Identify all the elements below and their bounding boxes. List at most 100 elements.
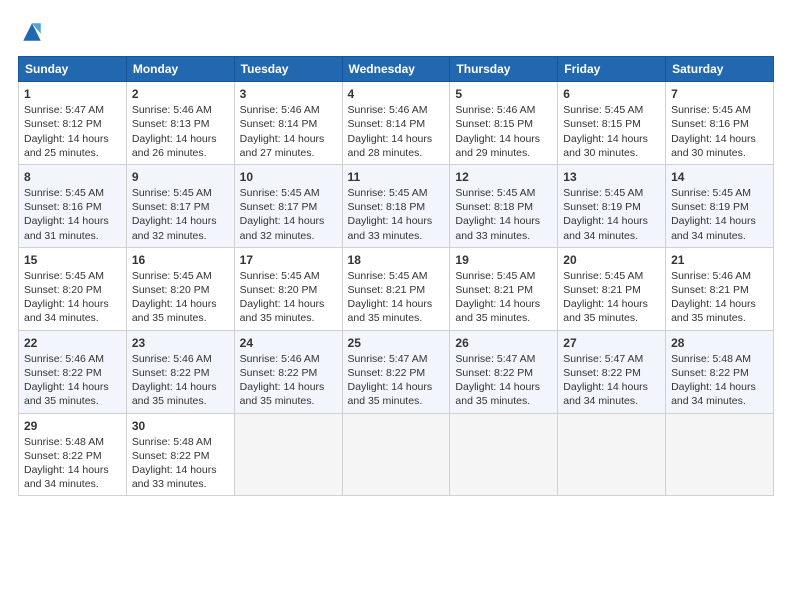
day-info-line: Sunrise: 5:45 AM: [455, 269, 552, 283]
day-number: 27: [563, 335, 660, 351]
logo-icon: [18, 18, 46, 46]
day-info-line: Daylight: 14 hours: [348, 214, 445, 228]
day-info-line: Sunrise: 5:45 AM: [563, 103, 660, 117]
day-cell: 27Sunrise: 5:47 AMSunset: 8:22 PMDayligh…: [558, 330, 666, 413]
day-info-line: Sunrise: 5:46 AM: [24, 352, 121, 366]
day-info-line: Daylight: 14 hours: [563, 297, 660, 311]
day-info-line: Sunrise: 5:45 AM: [240, 269, 337, 283]
day-cell: 30Sunrise: 5:48 AMSunset: 8:22 PMDayligh…: [126, 413, 234, 496]
day-info-line: Daylight: 14 hours: [24, 463, 121, 477]
header-row: SundayMondayTuesdayWednesdayThursdayFrid…: [19, 57, 774, 82]
day-number: 5: [455, 86, 552, 102]
day-info-line: Daylight: 14 hours: [563, 380, 660, 394]
calendar-table: SundayMondayTuesdayWednesdayThursdayFrid…: [18, 56, 774, 496]
day-info-line: Sunset: 8:21 PM: [348, 283, 445, 297]
day-cell: 17Sunrise: 5:45 AMSunset: 8:20 PMDayligh…: [234, 247, 342, 330]
day-number: 3: [240, 86, 337, 102]
header-cell-tuesday: Tuesday: [234, 57, 342, 82]
day-cell: 11Sunrise: 5:45 AMSunset: 8:18 PMDayligh…: [342, 164, 450, 247]
day-number: 2: [132, 86, 229, 102]
day-info-line: Sunset: 8:13 PM: [132, 117, 229, 131]
day-cell: 5Sunrise: 5:46 AMSunset: 8:15 PMDaylight…: [450, 82, 558, 165]
day-info-line: and 34 minutes.: [24, 311, 121, 325]
day-cell: 18Sunrise: 5:45 AMSunset: 8:21 PMDayligh…: [342, 247, 450, 330]
calendar-body: 1Sunrise: 5:47 AMSunset: 8:12 PMDaylight…: [19, 82, 774, 496]
day-info-line: Daylight: 14 hours: [24, 214, 121, 228]
day-info-line: Sunrise: 5:45 AM: [455, 186, 552, 200]
day-info-line: Daylight: 14 hours: [24, 380, 121, 394]
day-cell: [342, 413, 450, 496]
day-cell: 12Sunrise: 5:45 AMSunset: 8:18 PMDayligh…: [450, 164, 558, 247]
day-info-line: and 35 minutes.: [132, 394, 229, 408]
day-info-line: Sunset: 8:17 PM: [132, 200, 229, 214]
day-number: 24: [240, 335, 337, 351]
day-number: 21: [671, 252, 768, 268]
header-cell-friday: Friday: [558, 57, 666, 82]
header: [18, 18, 774, 46]
day-info-line: and 35 minutes.: [455, 311, 552, 325]
day-number: 17: [240, 252, 337, 268]
day-info-line: Sunrise: 5:45 AM: [132, 186, 229, 200]
day-cell: 1Sunrise: 5:47 AMSunset: 8:12 PMDaylight…: [19, 82, 127, 165]
day-info-line: Sunset: 8:15 PM: [563, 117, 660, 131]
day-info-line: Sunrise: 5:47 AM: [563, 352, 660, 366]
day-info-line: Daylight: 14 hours: [24, 297, 121, 311]
day-info-line: Sunset: 8:22 PM: [240, 366, 337, 380]
week-row-3: 22Sunrise: 5:46 AM Sunset: 8:22 PM Dayligh…: [19, 330, 774, 413]
day-number: 22: [24, 335, 121, 351]
day-cell: 22Sunrise: 5:46 AMSunset: 8:22 PMDayligh…: [19, 330, 127, 413]
day-info-line: Sunset: 8:22 PM: [671, 366, 768, 380]
day-info-line: Sunrise: 5:47 AM: [455, 352, 552, 366]
day-info-line: Sunset: 8:22 PM: [132, 366, 229, 380]
day-info-line: and 25 minutes.: [24, 146, 121, 160]
day-cell: 2Sunrise: 5:46 AMSunset: 8:13 PMDaylight…: [126, 82, 234, 165]
day-info-line: Daylight: 14 hours: [132, 463, 229, 477]
header-cell-sunday: Sunday: [19, 57, 127, 82]
day-number: 7: [671, 86, 768, 102]
day-info-line: and 29 minutes.: [455, 146, 552, 160]
day-cell: 7Sunrise: 5:45 AMSunset: 8:16 PMDaylight…: [666, 82, 774, 165]
day-info-line: and 35 minutes.: [240, 311, 337, 325]
day-cell: [234, 413, 342, 496]
day-info-line: Daylight: 14 hours: [132, 132, 229, 146]
day-info-line: and 34 minutes.: [563, 229, 660, 243]
day-info-line: Sunrise: 5:45 AM: [671, 186, 768, 200]
day-number: 9: [132, 169, 229, 185]
day-info-line: Daylight: 14 hours: [132, 297, 229, 311]
day-info-line: Sunset: 8:21 PM: [671, 283, 768, 297]
day-info-line: Sunset: 8:22 PM: [348, 366, 445, 380]
day-info-line: and 34 minutes.: [671, 229, 768, 243]
day-cell: [450, 413, 558, 496]
day-info-line: Daylight: 14 hours: [455, 132, 552, 146]
logo: [18, 18, 50, 46]
day-number: 30: [132, 418, 229, 434]
day-number: 13: [563, 169, 660, 185]
day-info-line: Daylight: 14 hours: [348, 132, 445, 146]
day-info-line: Sunrise: 5:46 AM: [240, 103, 337, 117]
day-info-line: and 35 minutes.: [563, 311, 660, 325]
day-info-line: Daylight: 14 hours: [240, 132, 337, 146]
day-number: 16: [132, 252, 229, 268]
day-info-line: Daylight: 14 hours: [563, 132, 660, 146]
day-info-line: Daylight: 14 hours: [671, 214, 768, 228]
day-cell: 20Sunrise: 5:45 AMSunset: 8:21 PMDayligh…: [558, 247, 666, 330]
day-number: 20: [563, 252, 660, 268]
day-info-line: Sunset: 8:19 PM: [563, 200, 660, 214]
day-info-line: Daylight: 14 hours: [671, 132, 768, 146]
day-number: 12: [455, 169, 552, 185]
day-info-line: Sunrise: 5:45 AM: [563, 186, 660, 200]
day-info-line: Sunset: 8:20 PM: [132, 283, 229, 297]
day-info-line: and 35 minutes.: [348, 311, 445, 325]
day-number: 11: [348, 169, 445, 185]
day-info-line: and 31 minutes.: [24, 229, 121, 243]
day-info-line: Sunset: 8:21 PM: [563, 283, 660, 297]
day-info-line: Sunset: 8:14 PM: [240, 117, 337, 131]
day-info-line: and 35 minutes.: [240, 394, 337, 408]
day-number: 14: [671, 169, 768, 185]
day-info-line: Daylight: 14 hours: [455, 380, 552, 394]
day-info-line: Daylight: 14 hours: [563, 214, 660, 228]
day-info-line: Daylight: 14 hours: [240, 214, 337, 228]
header-cell-monday: Monday: [126, 57, 234, 82]
day-info-line: Sunrise: 5:45 AM: [563, 269, 660, 283]
header-cell-wednesday: Wednesday: [342, 57, 450, 82]
